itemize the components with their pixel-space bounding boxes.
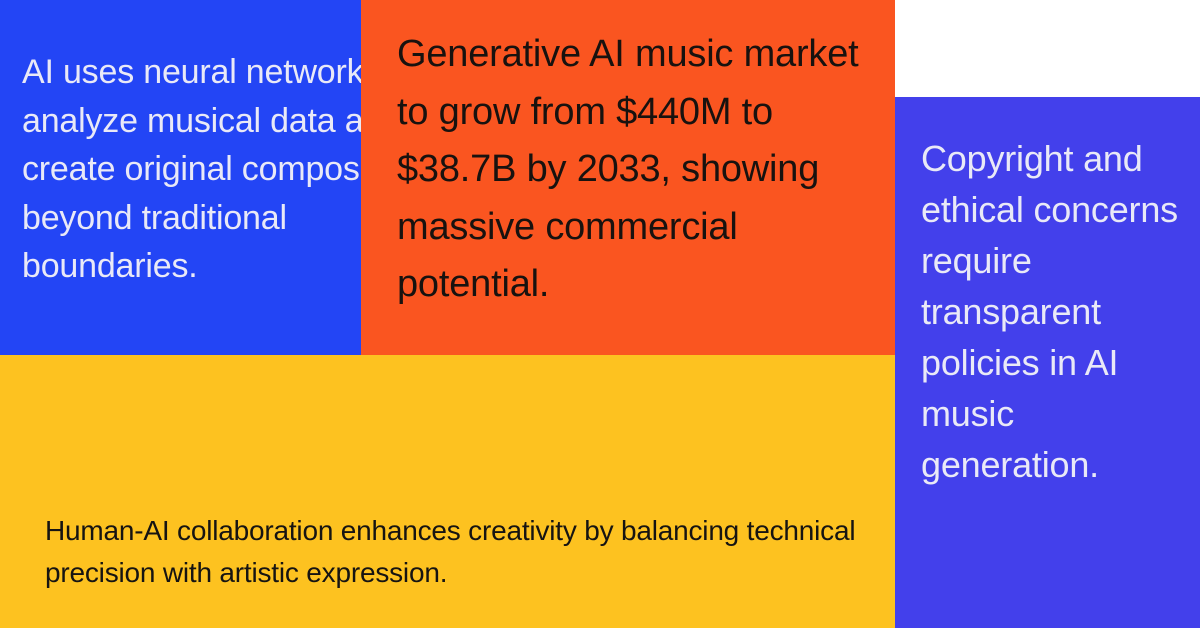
panel-market-growth-text: Generative AI music market to grow from … xyxy=(397,33,859,305)
panel-human-collaboration-text: Human-AI collaboration enhances creativi… xyxy=(45,515,856,588)
panel-human-collaboration: Human-AI collaboration enhances creativi… xyxy=(0,355,895,628)
panel-copyright-ethics: Copyright and ethical concerns require t… xyxy=(895,97,1200,628)
panel-market-growth: Generative AI music market to grow from … xyxy=(361,0,895,355)
infographic-canvas: AI uses neural networks to analyze music… xyxy=(0,0,1200,628)
panel-copyright-ethics-text: Copyright and ethical concerns require t… xyxy=(921,138,1178,485)
